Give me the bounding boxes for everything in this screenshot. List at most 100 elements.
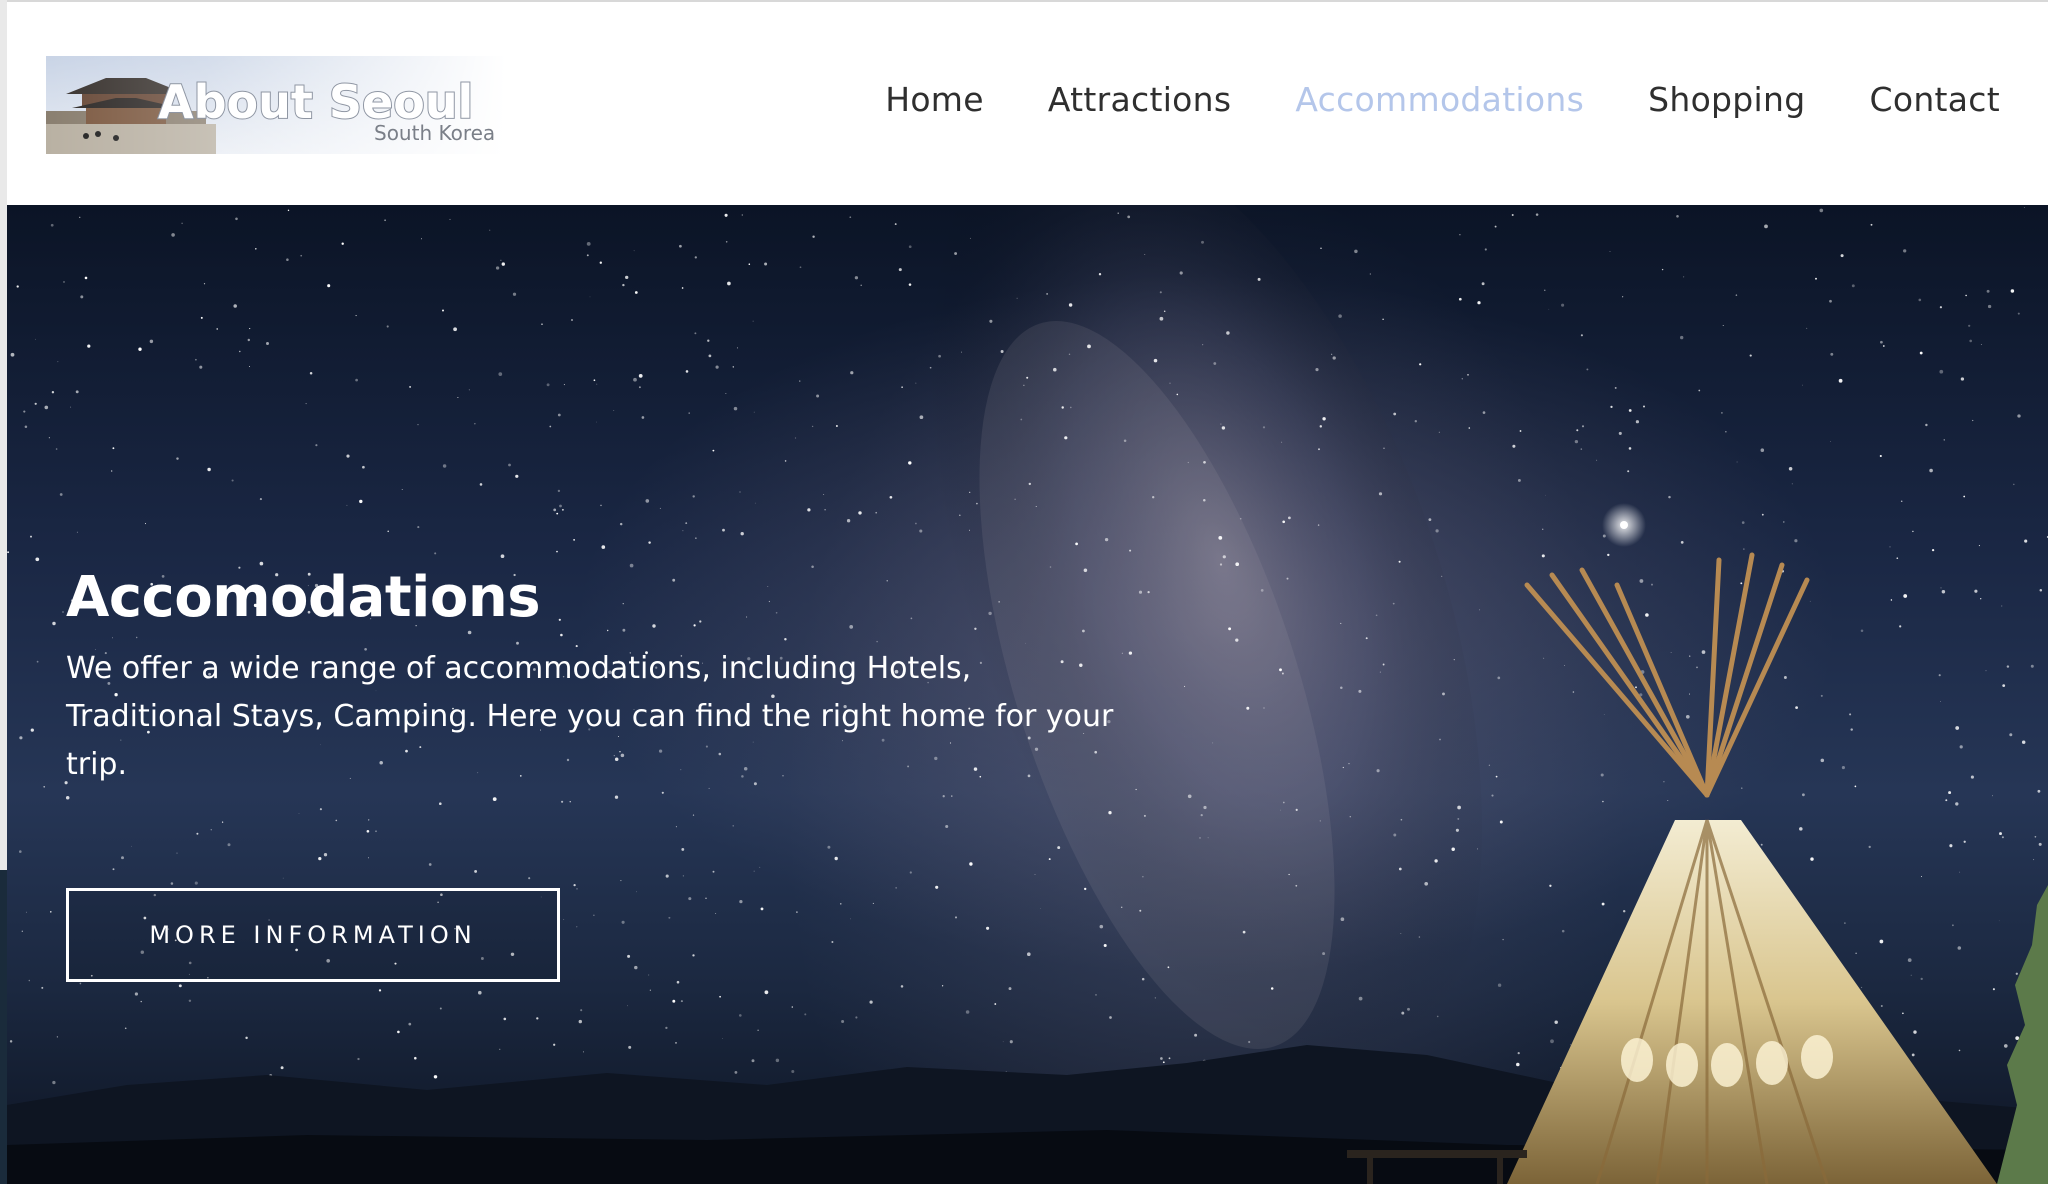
star bbox=[79, 216, 81, 218]
star bbox=[1627, 470, 1630, 473]
star bbox=[346, 454, 350, 458]
star bbox=[1163, 310, 1166, 312]
star bbox=[1187, 794, 1192, 799]
star bbox=[1902, 1012, 1904, 1015]
star bbox=[919, 529, 923, 533]
star bbox=[1162, 1061, 1165, 1064]
star bbox=[1068, 303, 1073, 307]
star bbox=[1969, 339, 1972, 343]
star bbox=[869, 1000, 873, 1004]
star bbox=[910, 617, 913, 620]
star bbox=[754, 502, 756, 504]
star bbox=[1829, 299, 1832, 303]
star bbox=[633, 250, 635, 252]
star bbox=[1635, 420, 1639, 424]
star bbox=[760, 907, 764, 911]
star bbox=[178, 984, 182, 988]
star bbox=[1499, 820, 1503, 824]
star bbox=[249, 328, 251, 330]
star bbox=[557, 489, 561, 493]
star bbox=[1263, 707, 1265, 709]
star bbox=[823, 493, 825, 496]
site-logo[interactable]: About Seoul South Korea bbox=[46, 56, 506, 154]
nav-attractions[interactable]: Attractions bbox=[1048, 80, 1232, 119]
star bbox=[876, 640, 878, 643]
star bbox=[2030, 664, 2034, 668]
site-header: About Seoul South Korea Home Attractions… bbox=[7, 0, 2048, 205]
star bbox=[794, 437, 797, 439]
star bbox=[1127, 215, 1131, 219]
star bbox=[1020, 418, 1023, 421]
star bbox=[1517, 1051, 1520, 1055]
star bbox=[48, 437, 50, 439]
star bbox=[1542, 528, 1544, 530]
star bbox=[1064, 436, 1068, 440]
star bbox=[1586, 368, 1589, 371]
star bbox=[1535, 213, 1539, 216]
star bbox=[397, 1030, 400, 1034]
star bbox=[1903, 594, 1908, 598]
star bbox=[1663, 780, 1665, 783]
star bbox=[1880, 340, 1883, 344]
star bbox=[1282, 801, 1285, 804]
star bbox=[1154, 997, 1156, 999]
star bbox=[2013, 483, 2015, 486]
star bbox=[1685, 714, 1690, 719]
star bbox=[1820, 758, 1825, 763]
star bbox=[1968, 324, 1971, 327]
star bbox=[560, 633, 563, 637]
star bbox=[1393, 412, 1397, 416]
star bbox=[1286, 577, 1289, 580]
star bbox=[969, 491, 971, 493]
star bbox=[1203, 460, 1206, 464]
star bbox=[988, 611, 992, 616]
star bbox=[969, 237, 971, 239]
star bbox=[1548, 308, 1550, 310]
star bbox=[235, 217, 238, 221]
star bbox=[1318, 448, 1320, 451]
star bbox=[1670, 652, 1672, 653]
star bbox=[628, 1045, 632, 1049]
star bbox=[811, 425, 814, 428]
star bbox=[586, 242, 591, 246]
star bbox=[1543, 657, 1545, 659]
more-information-button[interactable]: MORE INFORMATION bbox=[66, 888, 560, 982]
nav-home[interactable]: Home bbox=[885, 80, 984, 119]
star bbox=[1600, 773, 1604, 777]
star bbox=[1152, 496, 1155, 499]
star bbox=[938, 354, 941, 358]
star bbox=[1939, 306, 1943, 309]
star bbox=[854, 276, 859, 280]
star bbox=[733, 406, 738, 411]
star bbox=[724, 213, 728, 217]
star bbox=[1442, 692, 1445, 696]
star bbox=[1479, 609, 1481, 611]
star bbox=[688, 412, 690, 414]
star bbox=[111, 637, 113, 639]
star bbox=[622, 628, 626, 632]
star bbox=[1441, 575, 1443, 577]
star bbox=[474, 869, 478, 873]
star bbox=[149, 339, 154, 344]
star bbox=[1458, 297, 1462, 301]
star bbox=[1701, 650, 1706, 654]
star bbox=[1053, 367, 1057, 372]
star bbox=[309, 371, 313, 375]
star bbox=[1516, 1062, 1520, 1067]
star bbox=[375, 830, 377, 833]
star bbox=[1978, 545, 1980, 547]
nav-shopping[interactable]: Shopping bbox=[1648, 80, 1805, 119]
star bbox=[707, 339, 710, 342]
star bbox=[573, 883, 576, 887]
star bbox=[675, 826, 677, 828]
star bbox=[1048, 858, 1051, 861]
star bbox=[366, 829, 370, 833]
star bbox=[417, 424, 419, 426]
star bbox=[1219, 563, 1223, 566]
star bbox=[1491, 794, 1494, 797]
nav-contact[interactable]: Contact bbox=[1870, 80, 2001, 119]
star bbox=[1921, 876, 1922, 877]
nav-accommodations[interactable]: Accommodations bbox=[1295, 80, 1584, 119]
star bbox=[1760, 448, 1765, 452]
star bbox=[685, 370, 689, 373]
